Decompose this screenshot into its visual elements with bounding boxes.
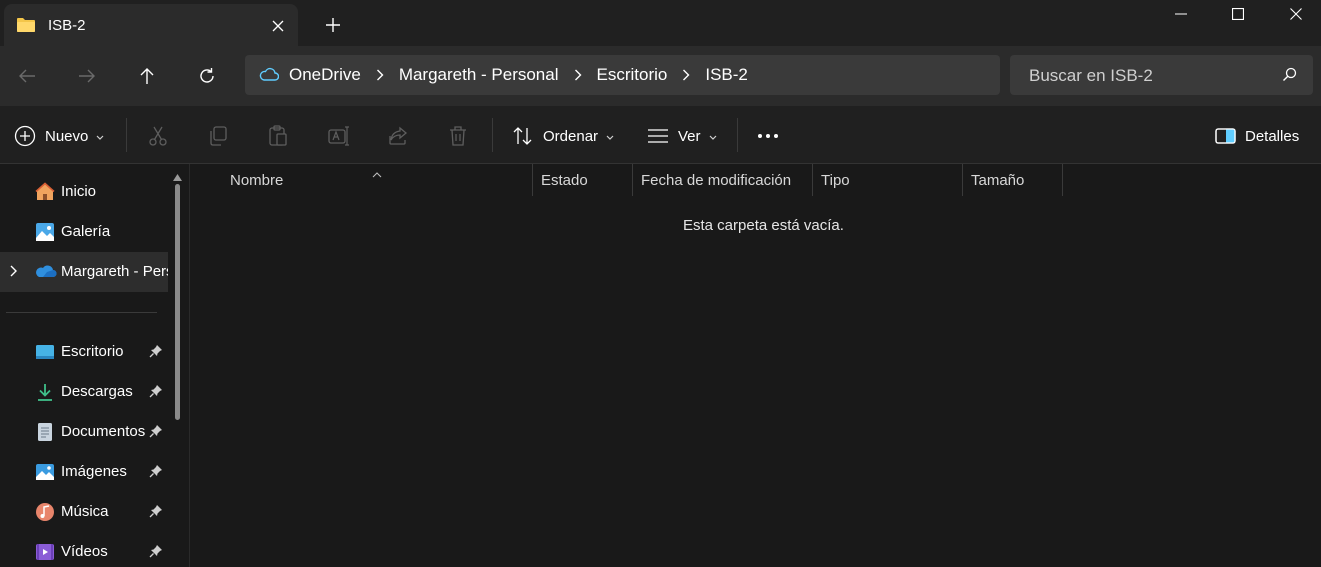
command-bar: Nuevo Ordenar Ver Detalles xyxy=(0,106,1321,164)
column-header-status[interactable]: Estado xyxy=(533,164,633,196)
close-tab-icon[interactable] xyxy=(266,14,290,38)
tab-title: ISB-2 xyxy=(48,17,86,34)
sidebar-label: Inicio xyxy=(61,183,97,200)
rename-icon[interactable] xyxy=(328,122,350,150)
music-icon xyxy=(35,502,55,522)
divider xyxy=(126,118,127,152)
pin-icon[interactable] xyxy=(149,504,163,521)
forward-arrow-icon[interactable] xyxy=(71,60,103,92)
column-label: Tamaño xyxy=(971,171,1025,189)
pin-icon[interactable] xyxy=(149,464,163,481)
breadcrumb-isb-2[interactable]: ISB-2 xyxy=(705,65,748,85)
copy-icon[interactable] xyxy=(208,122,228,150)
column-label: Fecha de modificación xyxy=(641,171,792,189)
new-label: Nuevo xyxy=(45,127,89,145)
details-label: Detalles xyxy=(1245,127,1300,145)
column-header-type[interactable]: Tipo xyxy=(813,164,963,196)
breadcrumb-onedrive[interactable]: OneDrive xyxy=(289,65,361,85)
plus-circle-icon xyxy=(14,125,36,147)
details-button[interactable]: Detalles xyxy=(1215,122,1299,150)
view-button[interactable]: Ver xyxy=(647,122,717,150)
sidebar-item-descargas[interactable]: Descargas xyxy=(0,372,168,412)
minimize-icon[interactable] xyxy=(1151,0,1211,28)
navigation-bar: OneDrive Margareth - Personal Escritorio… xyxy=(0,46,1321,106)
maximize-icon[interactable] xyxy=(1208,0,1268,28)
sidebar-item-imagenes[interactable]: Imágenes xyxy=(0,452,168,492)
chevron-down-icon xyxy=(606,128,614,144)
breadcrumb-escritorio[interactable]: Escritorio xyxy=(597,65,668,85)
column-header-row: Nombre Estado Fecha de modificación Tipo… xyxy=(190,164,1321,196)
pin-icon[interactable] xyxy=(149,384,163,401)
document-icon xyxy=(35,422,55,442)
column-label: Estado xyxy=(541,171,588,189)
sidebar-label: Galería xyxy=(61,223,111,240)
chevron-down-icon xyxy=(96,128,104,144)
delete-icon[interactable] xyxy=(448,122,468,150)
divider xyxy=(492,118,493,152)
search-placeholder: Buscar en ISB-2 xyxy=(1029,66,1153,85)
sidebar-item-inicio[interactable]: Inicio xyxy=(0,172,168,212)
chevron-right-icon[interactable] xyxy=(559,69,597,81)
scroll-thumb[interactable] xyxy=(175,184,180,420)
column-header-size[interactable]: Tamaño xyxy=(963,164,1063,196)
empty-folder-message: Esta carpeta está vacía. xyxy=(683,217,844,234)
column-header-date-modified[interactable]: Fecha de modificación xyxy=(633,164,813,196)
share-icon[interactable] xyxy=(388,122,408,150)
desktop-icon xyxy=(35,342,55,362)
gallery-icon xyxy=(35,222,55,242)
sidebar-item-onedrive-personal[interactable]: Margareth - Personal xyxy=(0,252,168,292)
pin-icon[interactable] xyxy=(149,544,163,561)
column-label: Nombre xyxy=(230,171,284,189)
search-input[interactable]: Buscar en ISB-2 xyxy=(1010,55,1313,95)
onedrive-icon xyxy=(35,264,57,284)
folder-icon xyxy=(16,17,36,33)
sidebar-item-galeria[interactable]: Galería xyxy=(0,212,168,252)
chevron-right-icon[interactable] xyxy=(667,69,705,81)
column-header-name[interactable]: Nombre xyxy=(222,164,533,196)
scroll-up-arrow-icon[interactable] xyxy=(173,168,182,184)
divider xyxy=(737,118,738,152)
chevron-down-icon xyxy=(709,128,717,144)
sort-label: Ordenar xyxy=(543,127,599,145)
sidebar-item-musica[interactable]: Música xyxy=(0,492,168,532)
new-tab-plus-icon[interactable] xyxy=(320,12,346,38)
address-bar[interactable]: OneDrive Margareth - Personal Escritorio… xyxy=(245,55,1000,95)
back-arrow-icon[interactable] xyxy=(11,60,43,92)
paste-icon[interactable] xyxy=(268,122,288,150)
sidebar-item-videos[interactable]: Vídeos xyxy=(0,532,168,567)
new-button[interactable]: Nuevo xyxy=(14,122,104,150)
videos-icon xyxy=(35,542,55,562)
view-lines-icon xyxy=(647,128,669,144)
pin-icon[interactable] xyxy=(149,424,163,441)
home-icon xyxy=(35,182,55,202)
close-window-icon[interactable] xyxy=(1266,0,1321,28)
sidebar-divider xyxy=(6,312,157,313)
title-bar: ISB-2 xyxy=(0,0,1321,46)
details-pane-icon xyxy=(1215,128,1236,144)
chevron-right-icon[interactable] xyxy=(361,69,399,81)
pictures-icon xyxy=(35,462,55,482)
tab-isb-2[interactable]: ISB-2 xyxy=(4,4,298,46)
download-icon xyxy=(35,382,55,402)
cut-icon[interactable] xyxy=(148,122,168,150)
sort-button[interactable]: Ordenar xyxy=(512,122,614,150)
sidebar-item-escritorio[interactable]: Escritorio xyxy=(0,332,168,372)
cloud-icon xyxy=(259,67,279,83)
search-icon[interactable] xyxy=(1282,67,1297,85)
sort-arrows-icon xyxy=(512,126,534,146)
pin-icon[interactable] xyxy=(149,344,163,361)
navigation-pane: Inicio Galería Margareth - Personal Escr… xyxy=(0,164,190,567)
chevron-right-icon[interactable] xyxy=(8,264,18,281)
up-arrow-icon[interactable] xyxy=(131,60,163,92)
column-label: Tipo xyxy=(821,171,850,189)
sidebar-item-documentos[interactable]: Documentos xyxy=(0,412,168,452)
breadcrumb-margareth-personal[interactable]: Margareth - Personal xyxy=(399,65,559,85)
more-options-icon[interactable] xyxy=(757,122,779,150)
sidebar-label: Margareth - Personal xyxy=(61,263,168,280)
refresh-icon[interactable] xyxy=(191,60,223,92)
view-label: Ver xyxy=(678,127,701,145)
sidebar-scrollbar[interactable] xyxy=(172,164,182,567)
